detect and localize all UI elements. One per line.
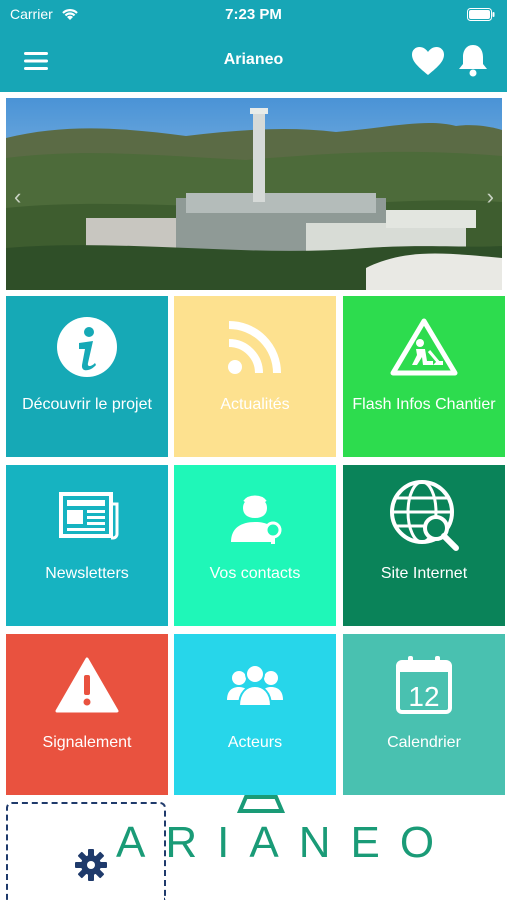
- settings-panel[interactable]: [6, 802, 166, 900]
- gear-icon[interactable]: [74, 848, 108, 882]
- banner-carousel[interactable]: ‹ ›: [6, 98, 502, 290]
- tile-label: Calendrier: [387, 734, 461, 751]
- status-bar: Carrier 7:23 PM: [0, 0, 507, 30]
- brand-logo: ARIANEO: [116, 818, 455, 867]
- rss-icon: [228, 321, 281, 374]
- heart-icon[interactable]: [410, 44, 446, 78]
- info-icon: [57, 317, 117, 377]
- app-header: Arianeo: [0, 30, 507, 92]
- tile-label: Signalement: [42, 734, 132, 751]
- tile-label: Vos contacts: [209, 565, 301, 582]
- tile-label: Site Internet: [380, 565, 468, 582]
- alert-icon: [55, 657, 119, 713]
- globe-search-icon: [390, 480, 459, 551]
- tile-label: Newsletters: [45, 565, 129, 582]
- tile-news[interactable]: Actualités: [174, 296, 336, 457]
- tile-calendar[interactable]: 12 Calendrier: [343, 634, 505, 795]
- bell-icon[interactable]: [456, 42, 490, 78]
- construction-warning-icon: [390, 318, 458, 376]
- tile-label: Flash Infos Chantier: [352, 396, 496, 413]
- tile-newsletters[interactable]: Newsletters: [6, 465, 168, 626]
- tile-label: Actualités: [220, 396, 290, 413]
- group-icon: [227, 664, 283, 707]
- tile-actors[interactable]: Acteurs: [174, 634, 336, 795]
- tile-contacts[interactable]: Vos contacts: [174, 465, 336, 626]
- tile-report[interactable]: Signalement: [6, 634, 168, 795]
- calendar-day: 12: [408, 681, 439, 712]
- banner-image: [6, 98, 502, 290]
- contact-person-icon: [231, 495, 282, 544]
- tile-label: Découvrir le projet: [22, 396, 152, 413]
- banner-prev-icon[interactable]: ‹: [14, 184, 21, 210]
- tile-flash-info[interactable]: Flash Infos Chantier: [343, 296, 505, 457]
- banner-next-icon[interactable]: ›: [487, 184, 494, 210]
- newspaper-icon: [59, 492, 119, 540]
- battery-icon: [467, 8, 495, 21]
- logo-mark: [236, 795, 286, 813]
- tile-website[interactable]: Site Internet: [343, 465, 505, 626]
- tile-discover-project[interactable]: Découvrir le projet: [6, 296, 168, 457]
- tile-label: Acteurs: [227, 734, 283, 751]
- clock: 7:23 PM: [225, 6, 282, 23]
- calendar-icon: 12: [396, 656, 452, 714]
